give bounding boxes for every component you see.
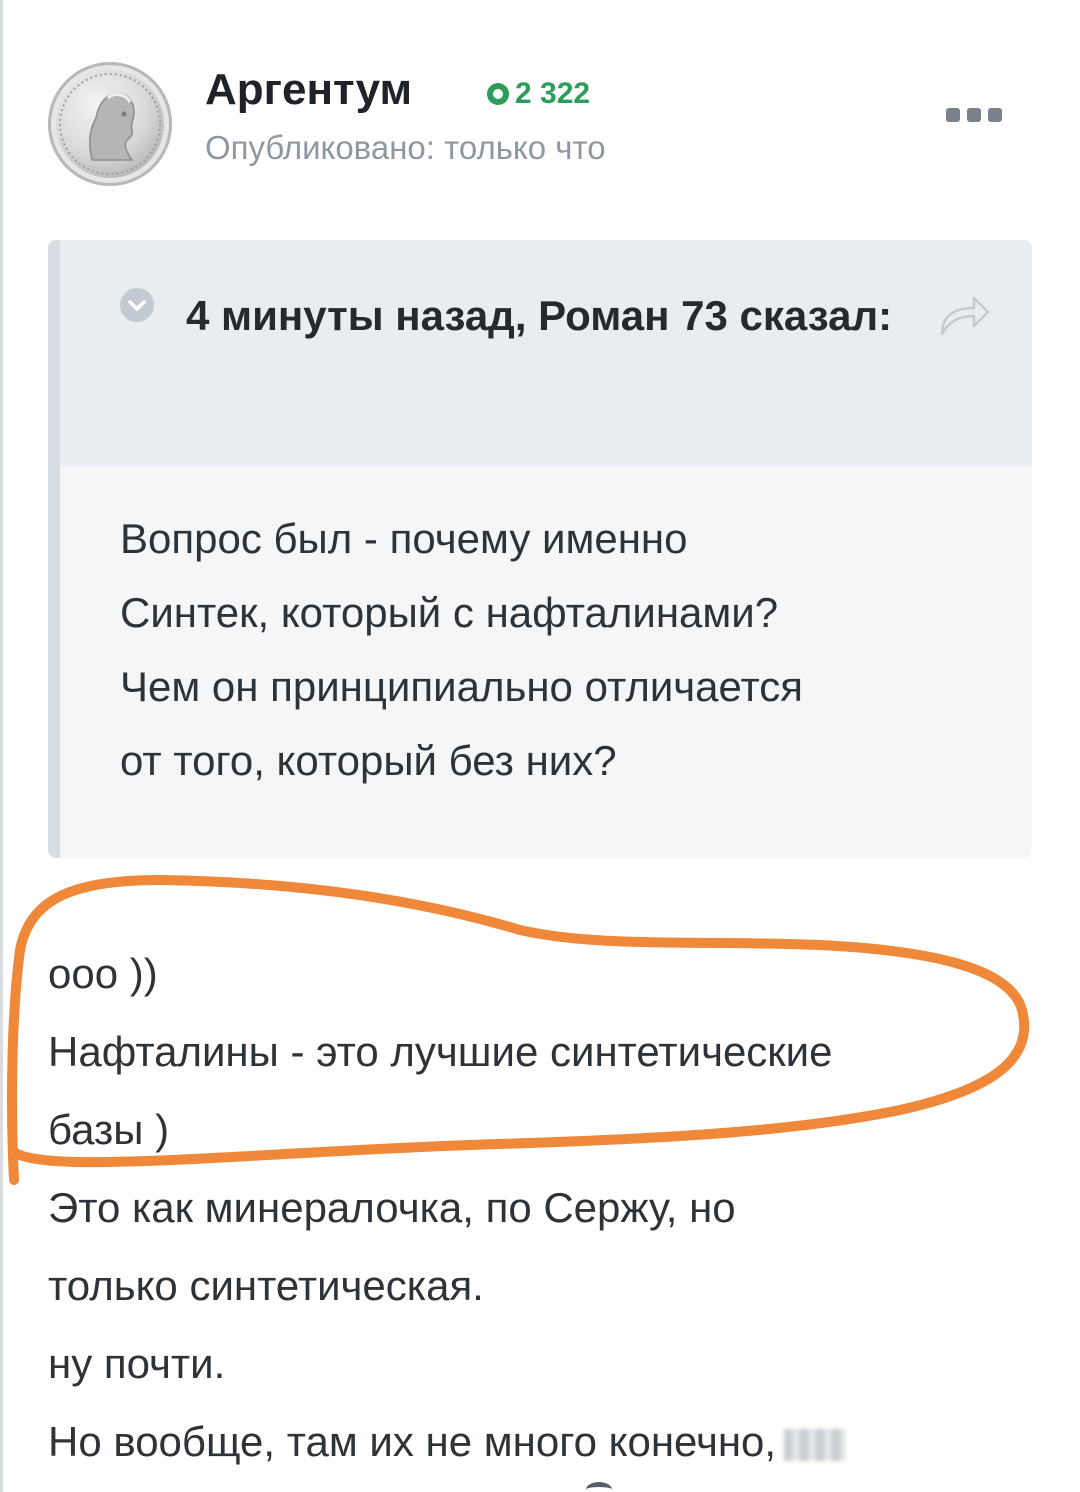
reputation-count: 2 322	[515, 77, 591, 110]
content-line-with-redaction: Но вообще, там их не много конечно,	[48, 1403, 1058, 1481]
content-line: Это как минералочка, по Сержу, но	[48, 1184, 736, 1231]
content-line: только синтетическая.	[48, 1262, 484, 1309]
publish-time: Опубликовано: только что	[205, 129, 606, 166]
author-name[interactable]: Аргентум	[205, 62, 412, 118]
quote-line: от того, который без них?	[120, 737, 617, 784]
page-left-border	[0, 0, 3, 1492]
quote-line: Чем он принципиально отличается	[120, 663, 803, 710]
blurred-redaction	[784, 1428, 847, 1461]
menu-dot	[988, 108, 1002, 122]
quote-citation[interactable]: 4 минуты назад, Роман 73 сказал:	[120, 278, 940, 354]
reputation-badge[interactable]: 2 322	[487, 76, 590, 112]
quote-body: Вопрос был - почему именно Синтек, котор…	[120, 502, 1020, 798]
content-line: Нафталины - это лучшие синтетические	[48, 1028, 833, 1075]
silver-coin-portrait-icon	[59, 73, 161, 175]
quote-line: Синтек, который с нафталинами?	[120, 589, 779, 636]
reputation-icon	[487, 83, 509, 105]
content-line: ну почти.	[48, 1340, 226, 1387]
post-content: ооо )) Нафталины - это лучшие синтетичес…	[48, 935, 1058, 1481]
menu-dot	[946, 108, 960, 122]
share-arrow-icon[interactable]	[932, 290, 992, 340]
cut-off-glyph	[586, 1482, 612, 1492]
content-line: ооо ))	[48, 950, 158, 997]
quote-block: 4 минуты назад, Роман 73 сказал: Вопрос …	[48, 240, 1032, 858]
ellipsis-menu-icon[interactable]	[946, 100, 1002, 130]
content-line: базы )	[48, 1106, 170, 1153]
menu-dot	[967, 108, 981, 122]
author-avatar[interactable]	[48, 62, 172, 186]
content-line: Но вообще, там их не много конечно,	[48, 1418, 777, 1465]
quote-line: Вопрос был - почему именно	[120, 515, 688, 562]
